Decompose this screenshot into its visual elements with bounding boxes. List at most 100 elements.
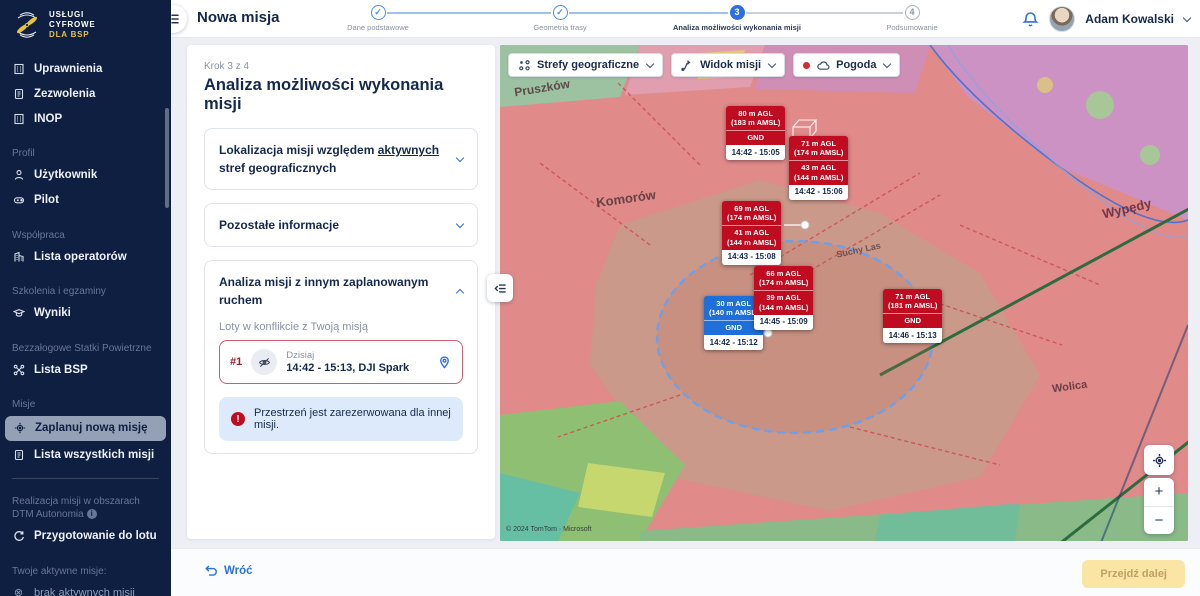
zoom-controls: + − (1144, 478, 1174, 534)
back-button[interactable]: Wróć (205, 564, 253, 577)
badge-time: 14:43 - 15:08 (722, 250, 781, 265)
badge-amsl: (144 m AMSL) (759, 303, 808, 312)
sidebar-item-label: Przygotowanie do lotu (34, 530, 157, 542)
show-on-map-icon[interactable] (437, 355, 452, 370)
back-label: Wróć (224, 565, 253, 577)
notifications-bell-icon[interactable] (1022, 11, 1039, 28)
map[interactable]: Pruszków Komorów Suchy Las Wypędy Wolica… (500, 45, 1188, 541)
widok-misji-dropdown[interactable]: Widok misji (671, 53, 785, 77)
avatar[interactable] (1049, 6, 1075, 32)
sidebar-item-przygotowanie-do-lotu[interactable]: Przygotowanie do lotu (0, 524, 171, 549)
altitude-badge-4[interactable]: 66 m AGL(174 m AMSL) 39 m AGL(144 m AMSL… (754, 266, 813, 330)
step-analiza-mozliwosci[interactable]: 3 Analiza możliwości wykonania misji (652, 5, 822, 32)
step-label: Geometria trasy (475, 23, 645, 32)
sidebar-item-uzytkownik[interactable]: Użytkownik (0, 163, 171, 188)
accordion-label: Analiza misji z innym zaplanowanym ruche… (219, 273, 447, 309)
step-geometria-trasy[interactable]: ✓ Geometria trasy (475, 5, 645, 32)
locate-button[interactable] (1144, 445, 1174, 475)
badge-amsl: (183 m AMSL) (731, 118, 780, 127)
conflict-id: #1 (230, 356, 242, 368)
sidebar-section-dtm: Realizacja misji w obszarach DTM Autonom… (0, 489, 160, 524)
badge-agl: 71 m AGL (888, 292, 937, 301)
badge-agl: 66 m AGL (759, 269, 808, 278)
badge-amsl: (174 m AMSL) (759, 278, 808, 287)
badge-amsl: (174 m AMSL) (727, 213, 776, 222)
zoom-in-button[interactable]: + (1144, 478, 1174, 507)
accordion-header[interactable]: Analiza misji z innym zaplanowanym ruche… (219, 273, 463, 309)
conflict-day: Dzisiaj (286, 350, 409, 361)
map-toolbar: Strefy geograficzne Widok misji Pogoda (508, 53, 900, 77)
pogoda-dropdown[interactable]: Pogoda (793, 53, 900, 77)
document-icon (12, 449, 25, 462)
accordion-lokalizacja[interactable]: Lokalizacja misji względem aktywnych str… (204, 128, 478, 190)
graduation-cap-icon (12, 307, 25, 320)
main-content: Krok 3 z 4 Analiza możliwości wykonania … (171, 38, 1200, 548)
dropdown-label: Strefy geograficzne (537, 59, 639, 71)
altitude-badge-3[interactable]: 69 m AGL(174 m AMSL) 41 m AGL(144 m AMSL… (722, 201, 781, 265)
sidebar-item-label: Wyniki (34, 307, 71, 319)
sidebar-item-zezwolenia[interactable]: Zezwolenia (0, 81, 171, 106)
info-icon: i (87, 509, 97, 519)
chevron-down-icon[interactable] (1183, 13, 1191, 21)
altitude-badge-2[interactable]: 71 m AGL(174 m AMSL) 43 m AGL(144 m AMSL… (789, 136, 848, 200)
sidebar-item-label: Pilot (34, 194, 59, 206)
sidebar-item-label: Lista operatorów (34, 251, 127, 263)
accordion-pozostale-informacje[interactable]: Pozostałe informacje (204, 203, 478, 247)
chevron-down-icon (456, 153, 464, 161)
panel-collapse-tab[interactable] (487, 274, 513, 302)
badge-agl: 71 m AGL (794, 139, 843, 148)
sidebar-item-lista-operatorow[interactable]: Lista operatorów (0, 244, 171, 269)
sidebar-item-wyniki[interactable]: Wyniki (0, 301, 171, 326)
step-label: Podsumowanie (827, 23, 997, 32)
sidebar-divider (12, 478, 159, 479)
drone-icon (12, 363, 25, 376)
warning-banner: ! Przestrzeń jest zarezerwowana dla inne… (219, 397, 463, 441)
zoom-out-button[interactable]: − (1144, 507, 1174, 535)
badge-amsl: (140 m AMSL) (709, 308, 758, 317)
document-icon (12, 87, 25, 100)
route-icon (681, 59, 694, 72)
sidebar-item-uprawnienia[interactable]: Uprawnienia (0, 56, 171, 81)
step-check-icon: ✓ (553, 5, 568, 20)
sidebar-item-inop[interactable]: INOP (0, 106, 171, 131)
app-logo: USŁUGI CYFROWE DLA BSP (0, 0, 171, 46)
aktywnych-link[interactable]: aktywnych (378, 143, 439, 157)
badge-amsl: (174 m AMSL) (794, 148, 843, 157)
step-check-icon: ✓ (371, 5, 386, 20)
building-icon (12, 62, 25, 75)
accordion-label: Pozostałe informacje (219, 216, 447, 234)
sidebar-item-label: Zaplanuj nową misję (35, 422, 147, 434)
sidebar-item-lista-wszystkich-misji[interactable]: Lista wszystkich misji (0, 443, 171, 468)
sidebar-item-label: Zezwolenia (34, 88, 95, 100)
step-podsumowanie[interactable]: 4 Podsumowanie (827, 5, 997, 32)
sidebar-item-pilot[interactable]: Pilot (0, 188, 171, 213)
accordion-label: Lokalizacja misji względem aktywnych str… (219, 141, 447, 177)
step-label: Analiza możliwości wykonania misji (652, 23, 822, 32)
altitude-badge-1[interactable]: 80 m AGL(183 m AMSL) GND 14:42 - 15:05 (726, 106, 785, 160)
strefy-geograficzne-dropdown[interactable]: Strefy geograficzne (508, 53, 663, 77)
next-button[interactable]: Przejdź dalej (1082, 560, 1185, 588)
chevron-down-icon (768, 59, 776, 67)
logo-line2: CYFROWE (49, 20, 96, 30)
conflict-details: 14:42 - 15:13, DJI Spark (286, 362, 409, 374)
conflict-flight-row[interactable]: #1 Dzisiaj 14:42 - 15:13, DJI Spark (219, 340, 463, 384)
cloud-icon (816, 59, 830, 72)
exclamation-icon: ! (231, 412, 245, 426)
altitude-badge-6[interactable]: 71 m AGL(181 m AMSL) GND 14:46 - 15:13 (883, 289, 942, 343)
user-name[interactable]: Adam Kowalski (1085, 12, 1174, 26)
visibility-off-icon[interactable] (251, 349, 277, 375)
sidebar-section-profil: Profil (0, 141, 171, 163)
propeller-logo-icon (12, 10, 42, 40)
sidebar-item-label: brak aktywnych misji (34, 587, 135, 596)
sidebar-item-brak-aktywnych-misji: ⊗ brak aktywnych misji (0, 580, 171, 596)
chevron-up-icon (456, 288, 464, 296)
sidebar-section-aktywne-misje: Twoje aktywne misje: (0, 559, 171, 581)
sidebar-item-zaplanuj-nowa-misje[interactable]: Zaplanuj nową misję (5, 416, 166, 441)
step-dane-podstawowe[interactable]: ✓ Dane podstawowe (293, 5, 463, 32)
sidebar-item-lista-bsp[interactable]: Lista BSP (0, 357, 171, 382)
logo-line1: USŁUGI (49, 10, 96, 20)
footer-bar: Wróć Przejdź dalej (171, 548, 1200, 596)
weather-alert-dot (803, 62, 810, 69)
sidebar-scrollbar[interactable] (165, 108, 169, 208)
dropdown-label: Widok misji (700, 59, 761, 71)
